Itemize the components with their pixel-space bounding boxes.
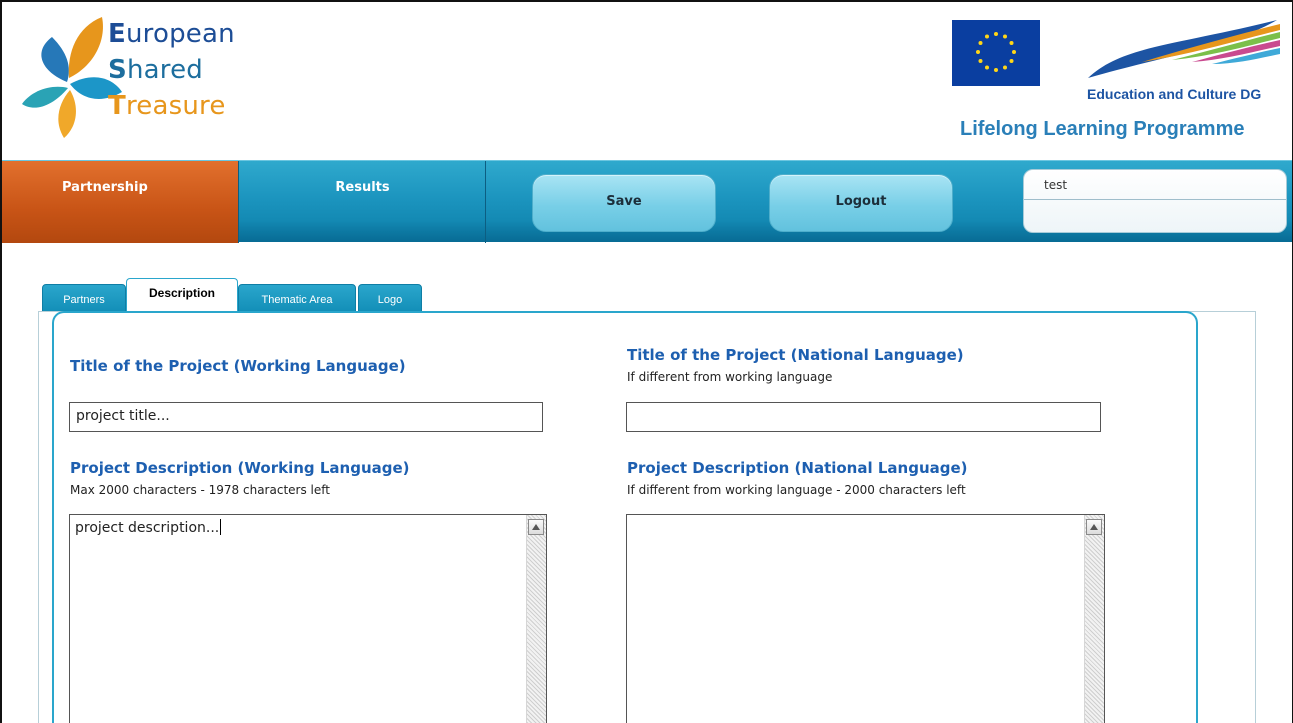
desc-working-value: project description... xyxy=(75,520,220,536)
desc-working-label: Project Description (Working Language) xyxy=(70,459,410,477)
tab-description[interactable]: Description xyxy=(126,278,238,312)
title-national-hint: If different from working language xyxy=(627,370,833,384)
brand-cap-e: E xyxy=(108,19,126,49)
nav-tab-partnership[interactable]: Partnership xyxy=(2,161,239,243)
dg-name: Education and Culture DG xyxy=(1087,86,1262,102)
desc-national-scrollbar[interactable] xyxy=(1084,515,1104,723)
brand-word-treasure: reasure xyxy=(125,91,226,121)
main-navbar: Partnership Results Save Logout test xyxy=(2,160,1292,243)
tab-thematic-area[interactable]: Thematic Area xyxy=(238,284,356,312)
user-field-value: test xyxy=(1044,178,1068,192)
tab-logo[interactable]: Logo xyxy=(358,284,422,312)
logout-button[interactable]: Logout xyxy=(769,174,953,232)
application-window: European Shared Treasure Education and C… xyxy=(0,0,1293,723)
brand-cap-s: S xyxy=(108,55,127,85)
user-field[interactable]: test xyxy=(1023,169,1287,233)
desc-national-hint: If different from working language - 200… xyxy=(627,483,966,497)
brand-word-european: uropean xyxy=(125,19,235,49)
scroll-up-arrow-icon[interactable] xyxy=(528,519,544,535)
desc-working-textarea[interactable]: project description... xyxy=(69,514,547,723)
brand-word-shared: hared xyxy=(126,55,203,85)
nav-tab-results[interactable]: Results xyxy=(240,161,486,243)
brand-wordmark: European Shared Treasure xyxy=(108,16,235,124)
text-caret xyxy=(220,519,222,535)
scroll-up-arrow-icon[interactable] xyxy=(1086,519,1102,535)
programme-name: Lifelong Learning Programme xyxy=(960,118,1245,140)
lifelong-learning-swoosh-icon xyxy=(1088,20,1280,78)
desc-national-label: Project Description (National Language) xyxy=(627,459,968,477)
title-national-label: Title of the Project (National Language) xyxy=(627,346,964,364)
desc-national-textarea[interactable] xyxy=(626,514,1105,723)
title-working-input[interactable]: project title... xyxy=(69,402,543,432)
title-national-input[interactable] xyxy=(626,402,1101,432)
desc-working-hint: Max 2000 characters - 1978 characters le… xyxy=(70,483,330,497)
save-button[interactable]: Save xyxy=(532,174,716,232)
eu-flag-icon xyxy=(952,20,1040,86)
tab-partners[interactable]: Partners xyxy=(42,284,126,312)
user-field-divider xyxy=(1024,199,1286,200)
brand-cap-t: T xyxy=(108,91,126,121)
desc-working-scrollbar[interactable] xyxy=(526,515,546,723)
title-working-label: Title of the Project (Working Language) xyxy=(70,357,406,375)
